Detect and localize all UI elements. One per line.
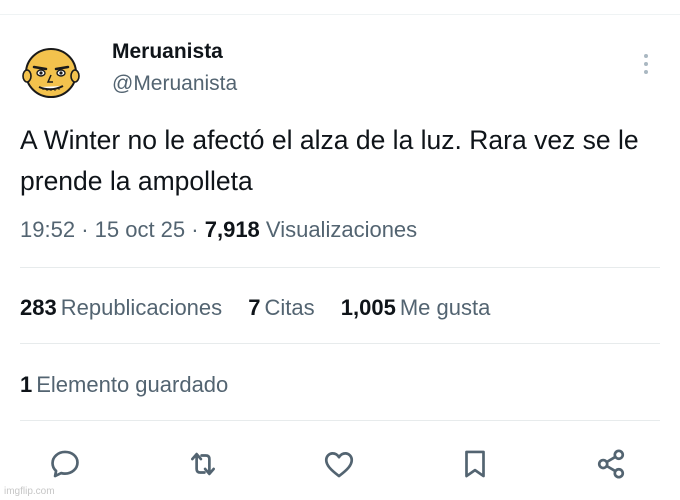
tweet-text: A Winter no le afectó el alza de la luz.… [20,125,639,196]
divider [20,267,660,268]
avatar-face-icon [20,40,82,102]
top-divider [0,14,680,15]
quotes-count: 7 [248,295,261,320]
views-label: Visualizaciones [265,217,418,242]
bookmarks-label: Elemento guardado [36,372,229,397]
quotes-stat[interactable]: 7 Citas [248,295,314,320]
retweets-stat[interactable]: 283 Republicaciones [20,295,222,320]
watermark: imgflip.com [4,486,55,497]
views-count: 7,918 [204,217,260,242]
meta-separator: · [81,217,89,242]
tweet-date[interactable]: 15 oct 25 [95,217,186,242]
divider [20,343,660,344]
retweets-count: 283 [20,295,57,320]
display-name[interactable]: Meruanista [112,40,223,64]
reply-button[interactable] [48,447,84,483]
reply-icon [51,450,79,478]
more-options-icon[interactable] [638,52,654,76]
tweet-meta: 19:52 · 15 oct 25 · 7,918 Visualizacione… [20,215,417,245]
user-handle[interactable]: @Meruanista [112,72,237,96]
bookmarks-count: 1 [20,372,33,397]
tweet-time[interactable]: 19:52 [20,217,75,242]
engagement-stats: 283 Republicaciones 7 Citas 1,005 Me gusta [20,293,510,323]
avatar[interactable] [20,40,82,102]
share-button[interactable] [594,447,630,483]
likes-count: 1,005 [340,295,396,320]
meta-separator: · [191,217,199,242]
bookmark-icon [465,450,485,478]
like-button[interactable] [322,447,358,483]
likes-stat[interactable]: 1,005 Me gusta [341,295,491,320]
retweet-button[interactable] [186,447,222,483]
retweet-icon [191,452,215,476]
bookmarks-stat[interactable]: 1 Elemento guardado [20,370,228,400]
action-bar [0,445,680,485]
likes-label: Me gusta [399,295,491,320]
bookmark-button[interactable] [458,447,494,483]
divider [20,420,660,421]
share-icon [597,449,625,479]
like-icon [324,452,354,478]
quotes-label: Citas [264,295,315,320]
retweets-label: Republicaciones [60,295,223,320]
